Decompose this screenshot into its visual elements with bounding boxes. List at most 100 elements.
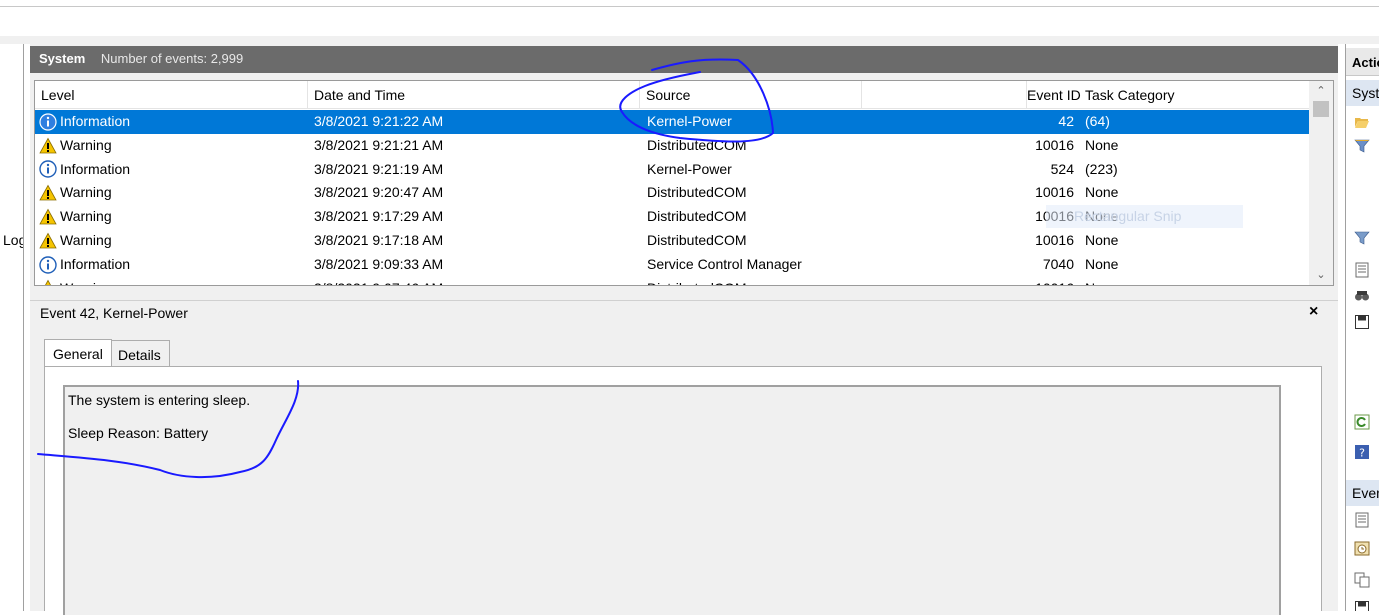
column-header-date[interactable]: Date and Time bbox=[308, 81, 640, 109]
event-date: 3/8/2021 9:07:46 AM bbox=[314, 277, 634, 285]
event-rows: Information 3/8/2021 9:21:22 AM Kernel-Pow… bbox=[35, 110, 1310, 285]
event-level: Warning bbox=[39, 134, 308, 158]
save-selected-events-icon[interactable] bbox=[1354, 600, 1370, 611]
event-task-category: None bbox=[1085, 136, 1119, 153]
refresh-icon[interactable] bbox=[1354, 414, 1370, 430]
event-task-category: None bbox=[1085, 231, 1119, 248]
event-level-text: Warning bbox=[60, 136, 112, 153]
scroll-down-icon[interactable]: ⌄ bbox=[1309, 265, 1333, 285]
log-name: System bbox=[39, 51, 86, 66]
event-date: 3/8/2021 9:20:47 AM bbox=[314, 184, 444, 201]
event-properties-icon[interactable] bbox=[1354, 512, 1370, 528]
event-source: Kernel-Power bbox=[647, 160, 732, 177]
event-level: Information bbox=[39, 158, 308, 182]
event-id: 7040 bbox=[1042, 255, 1074, 272]
event-list-header: Level Date and Time Source Event ID Task… bbox=[35, 81, 1310, 109]
tab-general[interactable]: General bbox=[44, 339, 112, 367]
general-tab-panel: The system is entering sleep. Sleep Reas… bbox=[44, 366, 1322, 615]
event-source: DistributedCOM bbox=[647, 136, 747, 153]
properties-icon[interactable] bbox=[1354, 262, 1370, 278]
scroll-thumb[interactable] bbox=[1313, 101, 1329, 117]
column-header-level[interactable]: Level bbox=[35, 81, 308, 109]
event-row[interactable]: Warning 3/8/2021 9:17:18 AM DistributedCOM… bbox=[35, 229, 1310, 253]
svg-text:?: ? bbox=[1359, 447, 1365, 460]
event-task-category: None bbox=[1085, 277, 1310, 285]
warning-icon bbox=[39, 279, 57, 285]
event-task-category: None bbox=[1085, 255, 1119, 272]
event-row[interactable]: Warning 3/8/2021 9:21:21 AM DistributedCOM… bbox=[35, 134, 1310, 158]
event-id: 10016 bbox=[1027, 277, 1077, 285]
event-viewer-main: System Number of events: 2,999 Level Dat… bbox=[30, 44, 1338, 615]
warning-icon bbox=[39, 232, 57, 250]
event-level: Warning bbox=[39, 229, 308, 253]
open-folder-icon[interactable] bbox=[1354, 114, 1370, 130]
description-line: The system is entering sleep. bbox=[68, 392, 251, 408]
warning-icon bbox=[39, 208, 57, 226]
event-date: 3/8/2021 9:21:22 AM bbox=[314, 113, 444, 129]
event-row[interactable]: Information 3/8/2021 9:21:22 AM Kernel-Pow… bbox=[35, 110, 1310, 134]
attach-task-icon[interactable] bbox=[1354, 540, 1370, 556]
event-level-text: Information bbox=[60, 160, 131, 177]
event-date: 3/8/2021 9:17:18 AM bbox=[314, 231, 444, 248]
event-id: 10016 bbox=[1035, 184, 1074, 201]
event-level: Information bbox=[39, 253, 308, 277]
actions-pane: Actions System ? Event bbox=[1345, 44, 1379, 611]
event-source: Service Control Manager bbox=[647, 255, 802, 272]
column-header-source[interactable]: Source bbox=[640, 81, 862, 109]
help-icon[interactable]: ? bbox=[1354, 444, 1370, 460]
actions-header: Actions bbox=[1346, 48, 1379, 76]
find-icon[interactable] bbox=[1354, 288, 1370, 304]
warning-icon bbox=[39, 184, 57, 202]
event-list[interactable]: Level Date and Time Source Event ID Task… bbox=[34, 80, 1334, 286]
event-level: Warning bbox=[39, 205, 308, 229]
event-date: 3/8/2021 9:21:19 AM bbox=[314, 160, 444, 177]
warning-icon bbox=[39, 137, 57, 155]
event-task-category: (64) bbox=[1085, 113, 1110, 129]
event-task-category: None bbox=[1085, 184, 1119, 201]
information-icon bbox=[39, 113, 57, 131]
event-description[interactable]: The system is entering sleep. Sleep Reas… bbox=[63, 385, 1281, 615]
information-icon bbox=[39, 160, 57, 179]
event-date: 3/8/2021 9:17:29 AM bbox=[314, 208, 444, 225]
filter-current-log-icon[interactable] bbox=[1354, 230, 1370, 246]
close-icon[interactable]: × bbox=[1309, 300, 1318, 324]
event-level-text: Warning bbox=[60, 184, 112, 201]
event-row[interactable]: Information 3/8/2021 9:09:33 AM Service Co… bbox=[35, 253, 1310, 277]
event-list-scrollbar[interactable]: ⌃ ⌄ bbox=[1309, 81, 1333, 285]
event-id: 524 bbox=[1050, 160, 1074, 177]
event-source: DistributedCOM bbox=[647, 277, 862, 285]
event-source: DistributedCOM bbox=[647, 231, 747, 248]
event-detail-title: Event 42, Kernel-Power bbox=[30, 300, 1338, 324]
filter-icon[interactable] bbox=[1354, 138, 1370, 154]
copy-icon[interactable] bbox=[1354, 572, 1370, 588]
event-id: 10016 bbox=[1035, 136, 1074, 153]
event-level: Warning bbox=[39, 277, 308, 285]
console-tree-pane[interactable]: Log bbox=[0, 44, 24, 611]
event-count: Number of events: 2,999 bbox=[100, 51, 244, 66]
window-top-border bbox=[0, 6, 1379, 7]
log-header-bar: System Number of events: 2,999 bbox=[30, 46, 1338, 73]
column-header-event-id[interactable]: Event ID bbox=[1027, 81, 1081, 109]
tab-details[interactable]: Details bbox=[112, 340, 170, 366]
event-date: 3/8/2021 9:09:33 AM bbox=[314, 255, 444, 272]
column-header-task-category[interactable]: Task Category bbox=[1079, 81, 1310, 109]
event-date: 3/8/2021 9:21:21 AM bbox=[314, 136, 444, 153]
event-source: DistributedCOM bbox=[647, 208, 747, 225]
event-source: Kernel-Power bbox=[647, 113, 732, 129]
event-level-text: Information bbox=[60, 113, 131, 129]
event-task-category: (223) bbox=[1085, 160, 1118, 177]
actions-section-system[interactable]: System bbox=[1346, 80, 1379, 106]
event-row[interactable]: Warning 3/8/2021 9:07:46 AM DistributedCOM… bbox=[35, 277, 1310, 285]
snip-tooltip: Rectangular Snip bbox=[1046, 205, 1243, 228]
save-icon[interactable] bbox=[1354, 314, 1370, 330]
event-level-text: Warning bbox=[60, 208, 112, 225]
event-row[interactable]: Warning 3/8/2021 9:20:47 AM DistributedCOM… bbox=[35, 181, 1310, 205]
actions-section-event[interactable]: Event bbox=[1346, 480, 1379, 506]
scroll-up-icon[interactable]: ⌃ bbox=[1309, 81, 1333, 101]
event-id: 10016 bbox=[1035, 231, 1074, 248]
event-row[interactable]: Information 3/8/2021 9:21:19 AM Kernel-Pow… bbox=[35, 158, 1310, 182]
tree-item-logs[interactable]: Log bbox=[3, 232, 23, 248]
event-level: Information bbox=[39, 110, 308, 134]
column-header-spacer bbox=[862, 81, 1027, 109]
event-source: DistributedCOM bbox=[647, 184, 747, 201]
